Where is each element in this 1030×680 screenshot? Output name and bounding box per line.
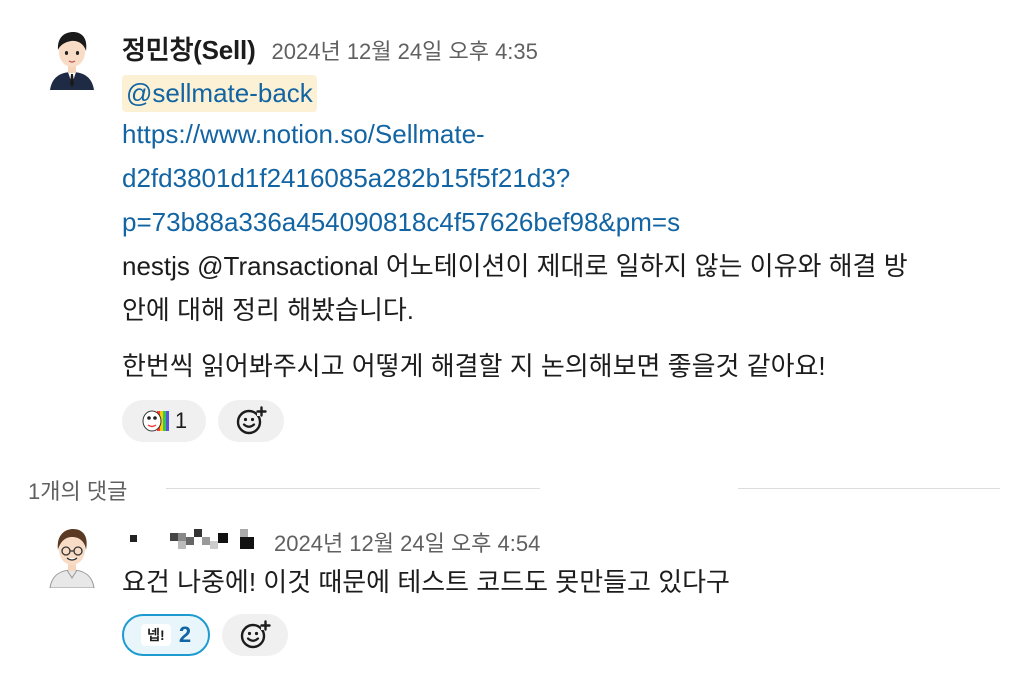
add-emoji-icon xyxy=(236,406,267,435)
message-body: 정민창(Sell) 2024년 12월 24일 오후 4:35 @sellmat… xyxy=(122,30,1022,388)
reply-avatar[interactable] xyxy=(40,524,104,588)
author-name-redacted[interactable] xyxy=(122,527,264,557)
rainbow-face-emoji-icon xyxy=(141,407,169,435)
add-reaction-button[interactable] xyxy=(218,400,284,442)
message-reactions: 1 xyxy=(122,400,284,442)
message-timestamp[interactable]: 2024년 12월 24일 오후 4:35 xyxy=(272,34,538,66)
paragraph-1-line-1: nestjs @Transactional 어노테이션이 제대로 일하지 않는 … xyxy=(122,251,908,281)
divider-line-left xyxy=(166,488,540,489)
link-line-1[interactable]: https://www.notion.so/Sellmate- xyxy=(122,112,1022,156)
reaction-count: 2 xyxy=(178,622,192,647)
mention-line: @sellmate-back xyxy=(122,75,1022,112)
reply-count-label[interactable]: 1개의 댓글 xyxy=(28,474,127,506)
author-name[interactable]: 정민창(Sell) xyxy=(122,30,256,67)
avatar[interactable] xyxy=(40,26,104,90)
add-reaction-button[interactable] xyxy=(222,614,288,656)
reply-timestamp[interactable]: 2024년 12월 24일 오후 4:54 xyxy=(274,526,540,558)
reply-text: 요건 나중에! 이것 때문에 테스트 코드도 못만들고 있다구 xyxy=(122,567,730,597)
notion-link[interactable]: https://www.notion.so/Sellmate- d2fd3801… xyxy=(122,112,1022,244)
redacted-name-icon xyxy=(130,529,254,549)
reaction-rainbow-face[interactable]: 1 xyxy=(122,400,206,442)
divider-line-right xyxy=(738,488,1000,489)
reply-reactions: 넵! 2 xyxy=(122,614,288,656)
add-emoji-icon xyxy=(240,620,271,649)
paragraph-1-line-2: 안에 대해 정리 해봤습니다. xyxy=(122,295,415,325)
paragraph-1: nestjs @Transactional 어노테이션이 제대로 일하지 않는 … xyxy=(122,244,1022,332)
user-avatar-icon xyxy=(40,26,104,90)
neb-emoji-icon: 넵! xyxy=(140,624,171,646)
reply-body: 2024년 12월 24일 오후 4:54 요건 나중에! 이것 때문에 테스트… xyxy=(122,526,1022,604)
paragraph-2: 한번씩 읽어봐주시고 어떻게 해결할 지 논의해보면 좋을것 같아요! xyxy=(122,351,826,381)
link-line-3[interactable]: p=73b88a336a454090818c4f57626bef98&pm=s xyxy=(122,200,1022,244)
reply-header: 2024년 12월 24일 오후 4:54 xyxy=(122,526,1022,558)
user-avatar-icon xyxy=(40,524,104,588)
message-header: 정민창(Sell) 2024년 12월 24일 오후 4:35 xyxy=(122,30,1022,67)
mention-tag[interactable]: @sellmate-back xyxy=(122,75,317,112)
thread-divider: 1개의 댓글 xyxy=(0,472,1030,506)
slack-thread-view: 정민창(Sell) 2024년 12월 24일 오후 4:35 @sellmat… xyxy=(0,0,1030,680)
reaction-neb[interactable]: 넵! 2 xyxy=(122,614,210,656)
message-text: nestjs @Transactional 어노테이션이 제대로 일하지 않는 … xyxy=(122,244,1022,388)
reaction-count: 1 xyxy=(174,408,188,433)
link-line-2[interactable]: d2fd3801d1f2416085a282b15f5f21d3? xyxy=(122,156,1022,200)
